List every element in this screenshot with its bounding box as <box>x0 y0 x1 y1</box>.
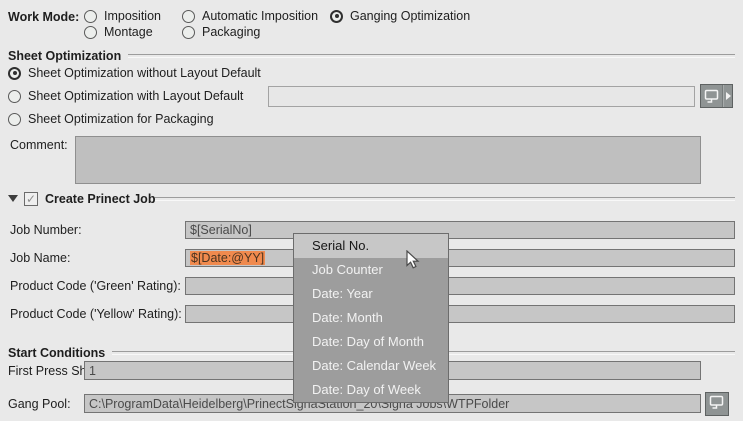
radio-imposition[interactable]: Imposition <box>84 9 161 23</box>
create-prinect-job-checkbox[interactable]: ✓ <box>24 192 38 206</box>
resource-browse-icon <box>709 395 725 413</box>
menu-item-serial-no[interactable]: Serial No. <box>294 234 448 258</box>
layout-default-field[interactable] <box>268 86 695 107</box>
radio-icon[interactable] <box>84 26 97 39</box>
radio-sheet-opt-with-layout[interactable]: Sheet Optimization with Layout Default <box>8 89 243 103</box>
radio-icon[interactable] <box>8 113 21 126</box>
product-code-green-field[interactable] <box>185 277 735 295</box>
menu-item-date-day-of-week[interactable]: Date: Day of Week <box>294 378 448 402</box>
radio-ganging-optimization[interactable]: Ganging Optimization <box>330 9 470 23</box>
radio-montage[interactable]: Montage <box>84 25 153 39</box>
resource-browse-icon <box>701 85 722 107</box>
product-code-yellow-label: Product Code ('Yellow' Rating): <box>10 305 182 323</box>
gang-pool-browse-button[interactable] <box>705 392 729 416</box>
radio-automatic-imposition[interactable]: Automatic Imposition <box>182 9 318 23</box>
comment-label: Comment: <box>10 138 68 152</box>
divider-line <box>155 197 735 201</box>
radio-label: Automatic Imposition <box>202 9 318 23</box>
radio-icon[interactable] <box>8 90 21 103</box>
menu-item-date-month[interactable]: Date: Month <box>294 306 448 330</box>
product-code-yellow-field[interactable] <box>185 305 735 323</box>
work-mode-label: Work Mode: <box>8 10 79 24</box>
radio-label: Sheet Optimization with Layout Default <box>28 89 243 103</box>
radio-sheet-opt-without-layout[interactable]: Sheet Optimization without Layout Defaul… <box>8 66 261 80</box>
layout-default-browse-button[interactable] <box>700 84 733 108</box>
variable-context-menu: Serial No. Job Counter Date: Year Date: … <box>293 233 449 403</box>
radio-icon[interactable] <box>182 26 195 39</box>
menu-item-date-day-of-month[interactable]: Date: Day of Month <box>294 330 448 354</box>
radio-icon-selected[interactable] <box>330 10 343 23</box>
menu-item-date-calendar-week[interactable]: Date: Calendar Week <box>294 354 448 378</box>
create-prinect-job-title: Create Prinect Job <box>45 192 155 206</box>
job-name-field[interactable]: $[Date:@YY] <box>185 249 735 267</box>
mouse-cursor-icon <box>406 250 420 270</box>
menu-item-job-counter[interactable]: Job Counter <box>294 258 448 282</box>
menu-item-date-year[interactable]: Date: Year <box>294 282 448 306</box>
radio-label: Sheet Optimization for Packaging <box>28 112 214 126</box>
radio-label: Ganging Optimization <box>350 9 470 23</box>
radio-label: Montage <box>104 25 153 39</box>
check-mark-icon: ✓ <box>26 193 36 205</box>
radio-icon-selected[interactable] <box>8 67 21 80</box>
job-number-label: Job Number: <box>10 221 82 239</box>
comment-textarea[interactable] <box>75 136 701 184</box>
dropdown-arrow-icon[interactable] <box>724 85 732 107</box>
job-number-field[interactable]: $[SerialNo] <box>185 221 735 239</box>
radio-icon[interactable] <box>84 10 97 23</box>
group-title: Start Conditions <box>8 346 105 360</box>
radio-label: Sheet Optimization without Layout Defaul… <box>28 66 261 80</box>
radio-label: Packaging <box>202 25 260 39</box>
group-title: Sheet Optimization <box>8 49 121 63</box>
job-name-label: Job Name: <box>10 249 70 267</box>
radio-packaging[interactable]: Packaging <box>182 25 260 39</box>
collapse-triangle-icon[interactable] <box>8 195 18 202</box>
radio-icon[interactable] <box>182 10 195 23</box>
selected-text: $[Date:@YY] <box>190 251 265 265</box>
product-code-green-label: Product Code ('Green' Rating): <box>10 277 181 295</box>
radio-label: Imposition <box>104 9 161 23</box>
gang-pool-label: Gang Pool: <box>8 394 71 413</box>
ganging-optimization-panel: Work Mode: Imposition Automatic Impositi… <box>0 0 743 421</box>
sheet-optimization-header: Sheet Optimization <box>8 49 735 63</box>
divider-line <box>128 54 735 58</box>
radio-sheet-opt-packaging[interactable]: Sheet Optimization for Packaging <box>8 112 214 126</box>
